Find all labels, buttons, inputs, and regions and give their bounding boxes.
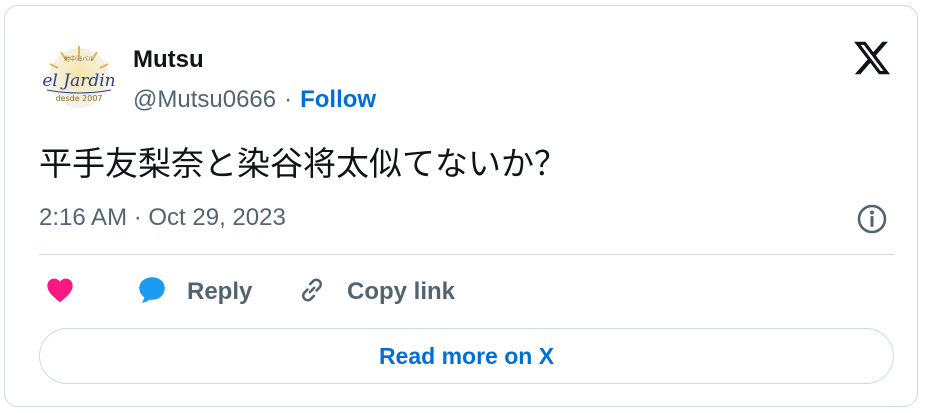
tweet-card: 地中海バル el Jardin desde 2007 Mutsu @Mutsu0… [4,5,918,407]
reply-button[interactable]: Reply [135,272,252,312]
author-handle[interactable]: @Mutsu0666 [133,86,276,113]
divider [39,254,894,255]
avatar[interactable]: 地中海バル el Jardin desde 2007 [39,44,119,114]
author-name[interactable]: Mutsu [133,46,204,74]
tweet-timestamp[interactable]: 2:16 AM · Oct 29, 2023 [39,202,286,234]
copy-link-button[interactable]: Copy link [295,272,455,312]
read-more-label: Read more on X [378,342,555,369]
author-handle-row: @Mutsu0666 · Follow [133,86,376,114]
copy-link-label: Copy link [347,278,456,305]
avatar-logo-subtext: desde 2007 [55,94,102,103]
separator-dot: · [284,86,293,113]
follow-link[interactable]: Follow [300,86,376,113]
avatar-logo-text: el Jardin [42,71,115,91]
reply-bubble-icon [135,273,169,312]
svg-text:地中海バル: 地中海バル [64,55,94,63]
link-icon [295,273,329,312]
reply-label: Reply [187,278,253,305]
heart-icon [43,274,77,311]
info-icon[interactable] [855,202,889,236]
tweet-text: 平手友梨奈と染谷将太似てないか？ [39,144,567,183]
read-more-button[interactable]: Read more on X [39,328,894,384]
like-button[interactable] [43,272,77,312]
x-logo-icon[interactable] [851,38,893,78]
